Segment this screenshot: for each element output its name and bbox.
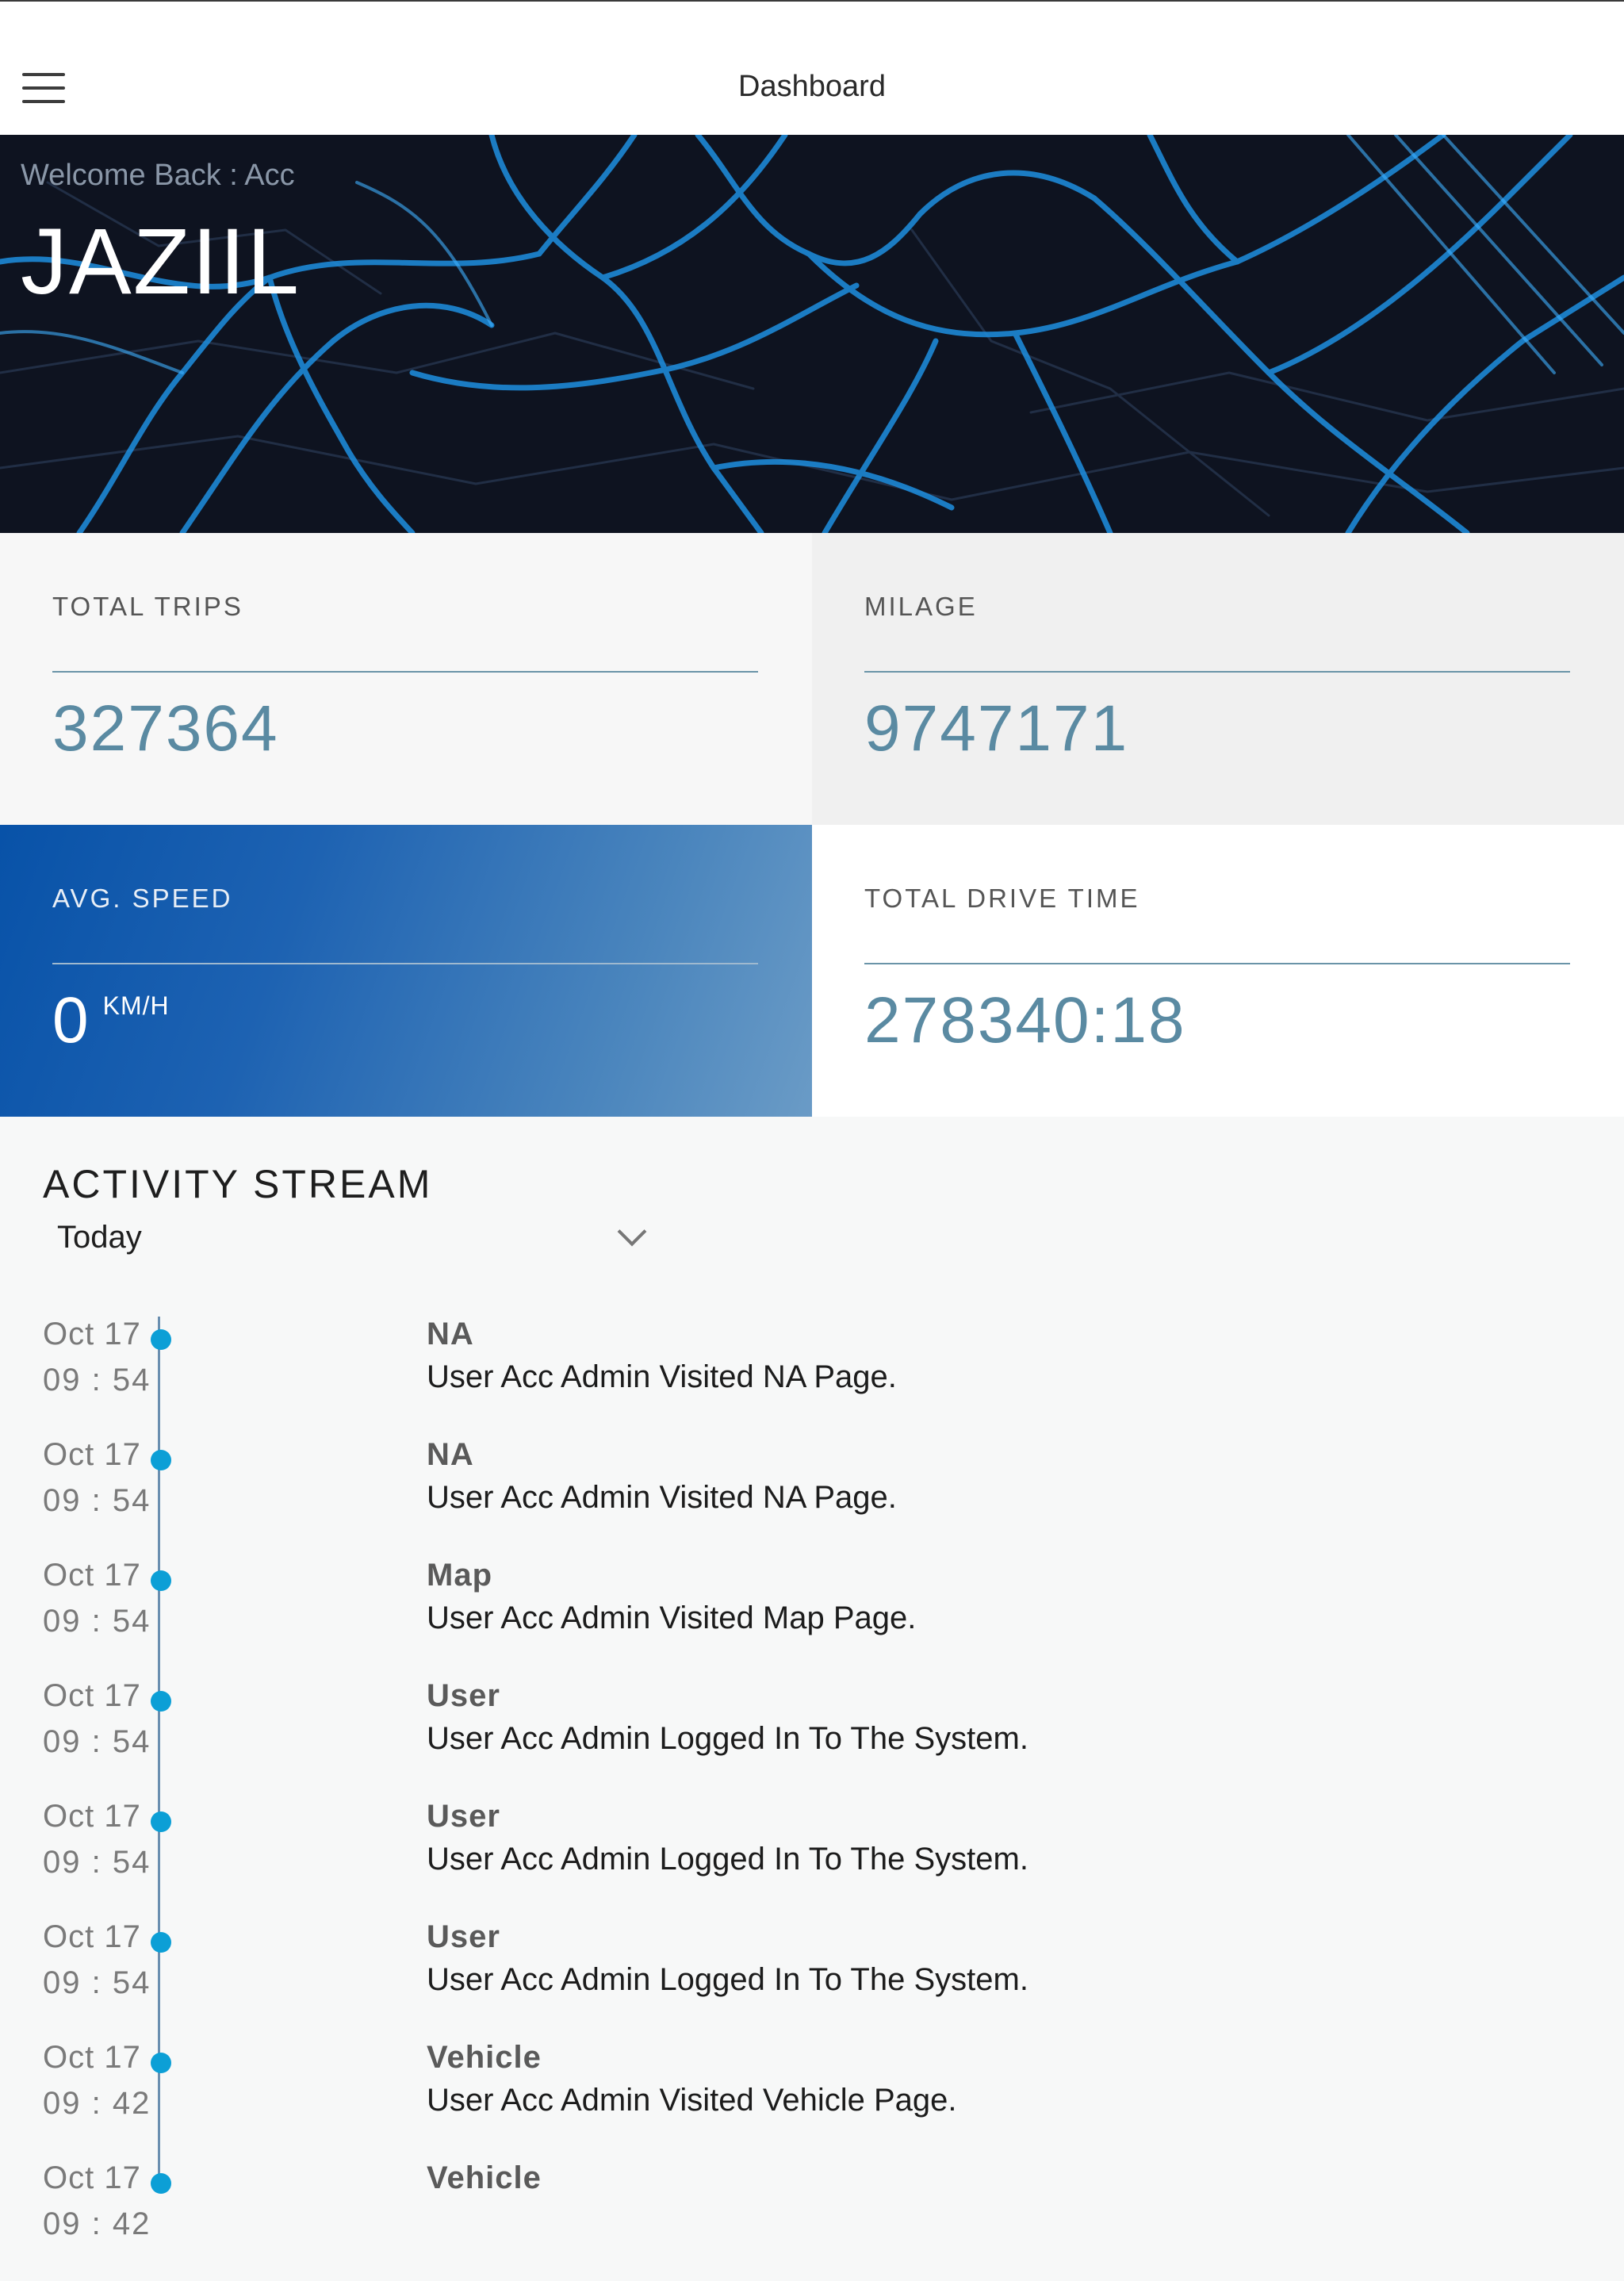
divider — [52, 963, 758, 964]
total-drive-time-value: 278340:18 — [864, 984, 1186, 1056]
map-background-image — [0, 135, 1624, 533]
event-date: Oct 17 — [43, 1678, 141, 1713]
event-date: Oct 17 — [43, 1558, 141, 1593]
welcome-banner — [0, 135, 1624, 533]
event-date: Oct 17 — [43, 1919, 141, 1954]
event-description: User Acc Admin Visited Map Page. — [427, 1601, 917, 1635]
user-name-heading: JAZIIL — [21, 209, 301, 314]
event-date: Oct 17 — [43, 2040, 141, 2075]
event-description: User Acc Admin Logged In To The System. — [427, 1842, 1028, 1877]
activity-stream-title: ACTIVITY STREAM — [43, 1162, 433, 1206]
total-trips-value: 327364 — [52, 692, 279, 765]
app-header: Dashboard — [0, 0, 1624, 135]
timeline-dot — [151, 1329, 171, 1350]
avg-speed-label: AVG. SPEED — [52, 884, 233, 913]
event-date: Oct 17 — [43, 1317, 141, 1351]
event-category: NA — [427, 1437, 474, 1472]
event-time: 09 : 42 — [43, 2206, 151, 2241]
event-category: NA — [427, 1317, 474, 1351]
mileage-value: 9747171 — [864, 692, 1129, 765]
event-time: 09 : 54 — [43, 1483, 151, 1518]
date-range-value: Today — [57, 1220, 142, 1255]
activity-stream-section: ACTIVITY STREAM Today Oct 17 09 : 54 NA … — [0, 1117, 1624, 2241]
event-time: 09 : 42 — [43, 2086, 151, 2121]
event-time: 09 : 54 — [43, 1604, 151, 1639]
event-description: User Acc Admin Visited NA Page. — [427, 1359, 897, 1394]
event-date: Oct 17 — [43, 1437, 141, 1472]
avg-speed-unit: KM/H — [102, 991, 170, 1020]
timeline-dot — [151, 2173, 171, 2194]
event-date: Oct 17 — [43, 2160, 141, 2195]
activity-event: Oct 17 09 : 54 NA User Acc Admin Visited… — [0, 1317, 1624, 1437]
event-description: User Acc Admin Visited NA Page. — [427, 1480, 897, 1515]
event-category: Map — [427, 1558, 492, 1593]
total-drive-time-card: TOTAL DRIVE TIME 278340:18 — [812, 825, 1624, 1117]
activity-event: Oct 17 09 : 42 Vehicle User Acc Admin Vi… — [0, 2040, 1624, 2160]
mileage-label: MILAGE — [864, 592, 978, 621]
activity-event: Oct 17 09 : 54 NA User Acc Admin Visited… — [0, 1437, 1624, 1558]
event-time: 09 : 54 — [43, 1965, 151, 2000]
timeline-dot — [151, 1450, 171, 1470]
event-category: User — [427, 1919, 500, 1954]
timeline-dot — [151, 1570, 171, 1591]
activity-event: Oct 17 09 : 54 User User Acc Admin Logge… — [0, 1678, 1624, 1799]
event-date: Oct 17 — [43, 1799, 141, 1834]
avg-speed-card: AVG. SPEED 0 KM/H — [0, 825, 812, 1117]
activity-event: Oct 17 09 : 54 User User Acc Admin Logge… — [0, 1919, 1624, 2040]
avg-speed-value-row: 0 KM/H — [52, 983, 170, 1058]
welcome-text: Welcome Back : Acc — [21, 159, 295, 192]
event-description: User Acc Admin Visited Vehicle Page. — [427, 2083, 957, 2118]
timeline-dot — [151, 2053, 171, 2073]
activity-event: Oct 17 09 : 54 Map User Acc Admin Visite… — [0, 1558, 1624, 1678]
event-time: 09 : 54 — [43, 1724, 151, 1759]
timeline-dot — [151, 1691, 171, 1712]
date-range-dropdown[interactable]: Today — [56, 1213, 647, 1261]
event-category: User — [427, 1678, 500, 1713]
divider — [864, 963, 1570, 964]
event-time: 09 : 54 — [43, 1845, 151, 1880]
divider — [52, 671, 758, 673]
activity-event: Oct 17 09 : 42 Vehicle — [0, 2160, 1624, 2281]
timeline-dot — [151, 1932, 171, 1953]
event-category: Vehicle — [427, 2040, 542, 2075]
timeline-dot — [151, 1811, 171, 1832]
event-description: User Acc Admin Logged In To The System. — [427, 1721, 1028, 1756]
event-description: User Acc Admin Logged In To The System. — [427, 1962, 1028, 1997]
total-trips-label: TOTAL TRIPS — [52, 592, 243, 621]
avg-speed-value: 0 — [52, 984, 90, 1056]
page-title: Dashboard — [738, 70, 886, 103]
total-drive-time-label: TOTAL DRIVE TIME — [864, 884, 1140, 913]
event-category: User — [427, 1799, 500, 1834]
divider — [864, 671, 1570, 673]
chevron-down-icon — [617, 1217, 647, 1247]
event-time: 09 : 54 — [43, 1363, 151, 1397]
mileage-card: MILAGE 9747171 — [812, 533, 1624, 825]
event-category: Vehicle — [427, 2160, 542, 2195]
activity-event: Oct 17 09 : 54 User User Acc Admin Logge… — [0, 1799, 1624, 1919]
total-trips-card: TOTAL TRIPS 327364 — [0, 533, 812, 825]
